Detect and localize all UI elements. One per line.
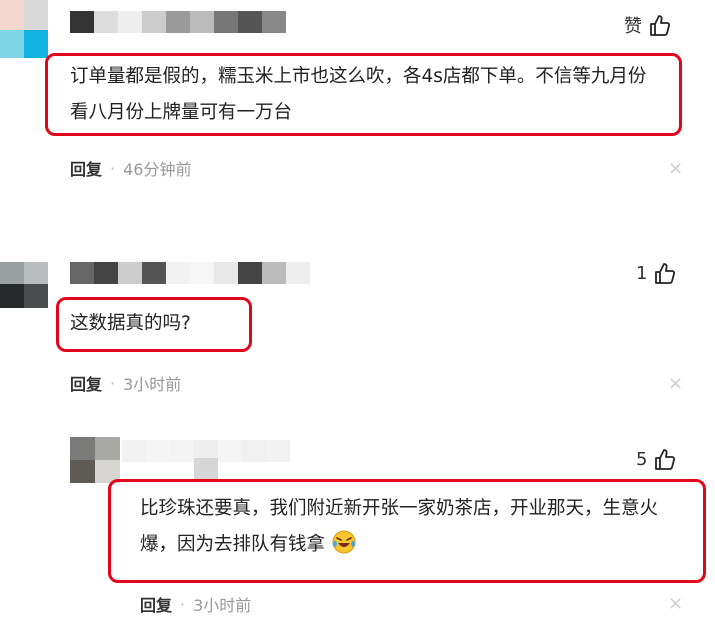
reply-button[interactable]: 回复	[70, 371, 102, 395]
like-button[interactable]: 5	[636, 448, 676, 470]
timestamp: 46分钟前	[123, 160, 192, 179]
comment-text: 这数据真的吗?	[70, 313, 191, 334]
comment-meta: 回复 · 46分钟前	[70, 156, 191, 180]
comment-meta: 回复 · 3小时前	[140, 592, 251, 616]
thumbs-up-icon	[655, 449, 676, 470]
separator-dot: ·	[110, 373, 116, 393]
like-count: 5	[636, 448, 648, 470]
close-icon[interactable]: ×	[668, 595, 683, 613]
username-blurred[interactable]	[70, 11, 286, 33]
comment-meta: 回复 · 3小时前	[70, 371, 181, 395]
reply-button[interactable]: 回复	[140, 592, 172, 616]
comment-text: 订单量都是假的，糯玉米上市也这么吹，各4s店都下单。不信等九月份看八月份上牌量可…	[70, 66, 647, 123]
avatar[interactable]	[0, 0, 48, 58]
separator-dot: ·	[180, 594, 186, 614]
separator-dot: ·	[110, 158, 116, 178]
username-blurred[interactable]	[70, 262, 310, 284]
avatar[interactable]	[0, 262, 48, 308]
avatar[interactable]	[70, 437, 120, 483]
thumbs-up-icon	[655, 263, 676, 284]
badge-blurred	[194, 458, 218, 480]
close-icon[interactable]: ×	[668, 375, 683, 393]
like-label: 赞	[624, 16, 642, 37]
like-count: 1	[636, 262, 648, 284]
comment-text-content: 比珍珠还要真，我们附近新开张一家奶茶店，开业那天，生意火爆，因为去排队有钱拿	[140, 498, 659, 555]
like-button[interactable]: 1	[636, 262, 676, 284]
reply-button[interactable]: 回复	[70, 156, 102, 180]
comment-text: 比珍珠还要真，我们附近新开张一家奶茶店，开业那天，生意火爆，因为去排队有钱拿	[140, 491, 692, 563]
laughing-crying-emoji	[332, 530, 356, 554]
close-icon[interactable]: ×	[668, 160, 683, 178]
like-button[interactable]: 赞	[624, 12, 670, 38]
thumbs-up-icon	[650, 15, 670, 36]
timestamp: 3小时前	[123, 375, 182, 394]
timestamp: 3小时前	[193, 596, 252, 615]
